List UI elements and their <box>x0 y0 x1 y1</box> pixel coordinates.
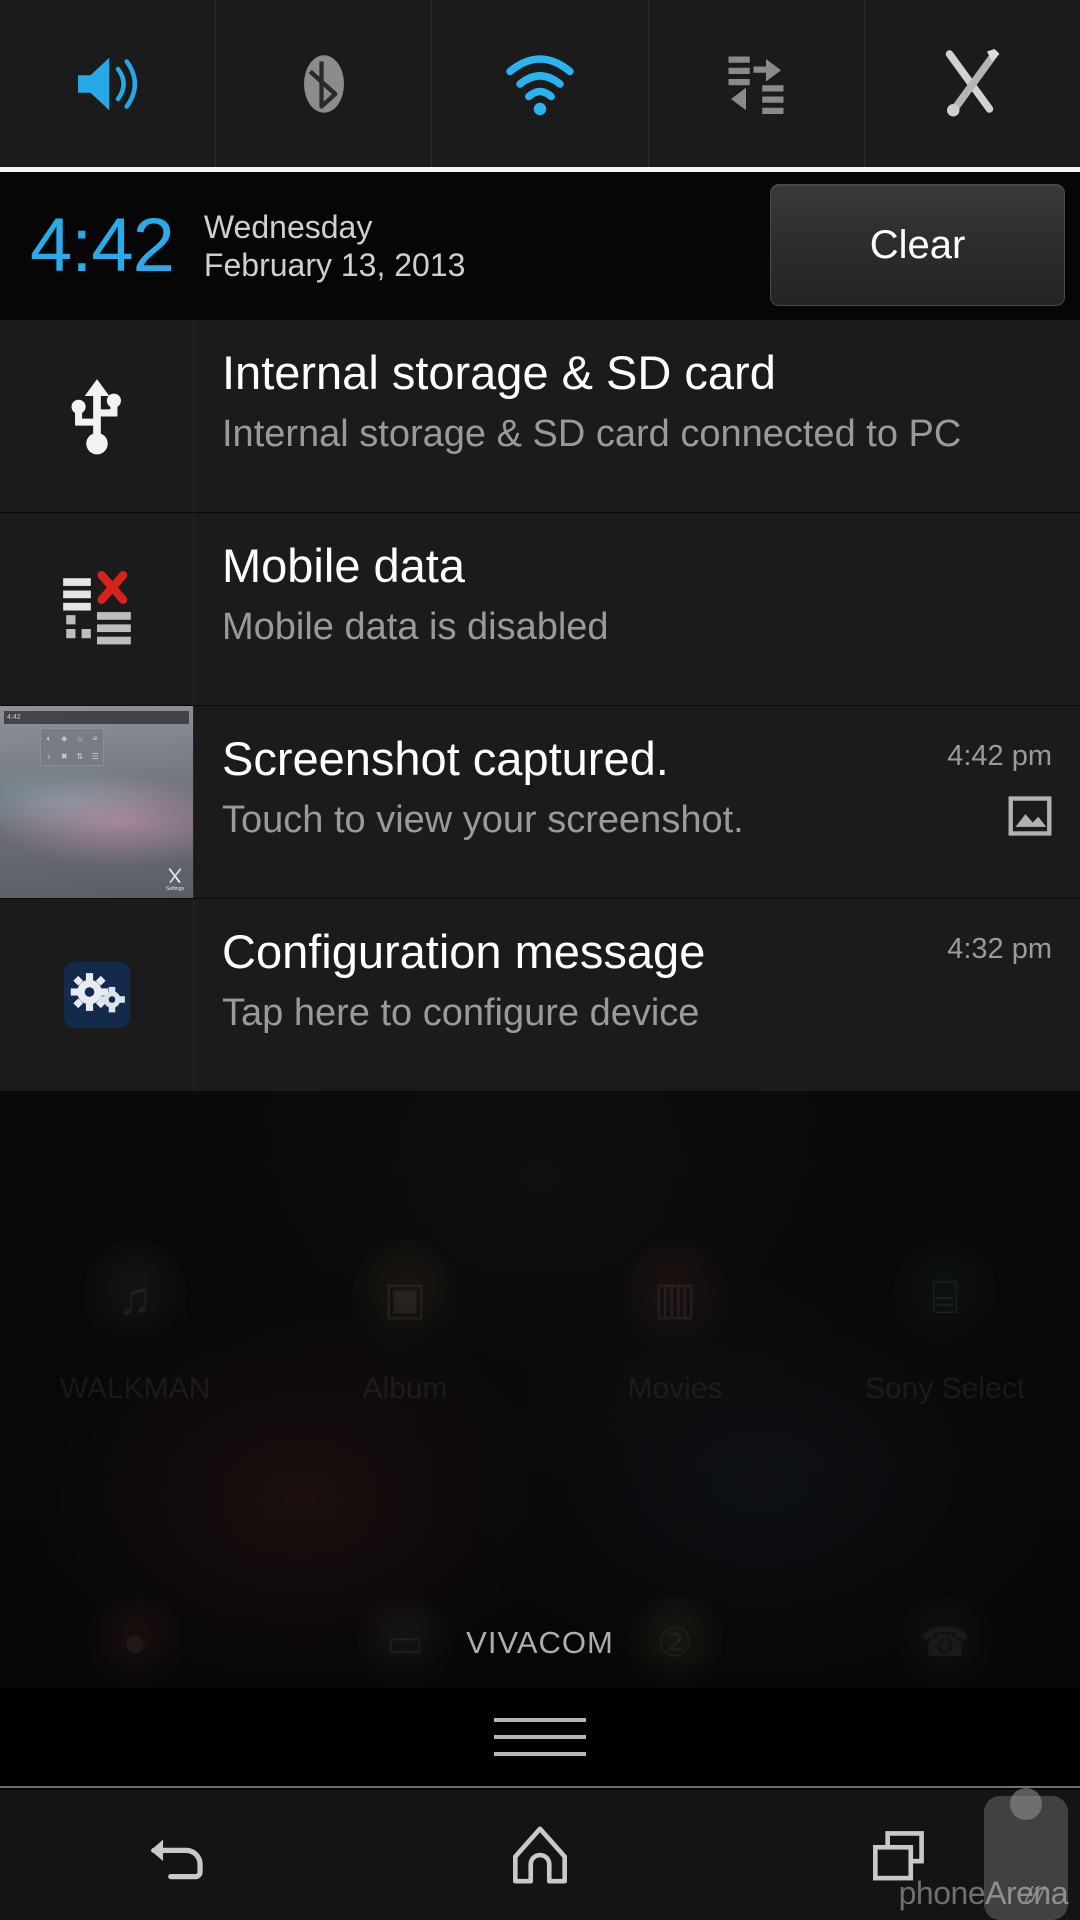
picture-icon <box>1008 796 1052 836</box>
android-notification-shade-screen: Google ♫ WALKMAN ▣ Album ▥ Movies ⌸ Sony… <box>0 0 1080 1920</box>
app-album[interactable]: ▣ Album <box>270 1240 540 1406</box>
notification-icon-cell <box>0 899 193 1091</box>
notification-subtitle: Mobile data is disabled <box>222 606 609 648</box>
notification-list: Internal storage & SD card Internal stor… <box>0 320 1080 1092</box>
watermark-text-phone: phone <box>898 1875 986 1911</box>
notification-icon-cell <box>0 513 193 705</box>
notification-title: Configuration message <box>222 925 706 978</box>
wifi-icon <box>506 54 574 115</box>
notification-icon-cell <box>0 320 193 512</box>
app-label: Movies <box>627 1372 723 1405</box>
date-block: Wednesday February 13, 2013 <box>204 208 466 284</box>
home-button[interactable] <box>360 1818 720 1892</box>
mobile-data-disabled-icon <box>62 571 131 645</box>
notification-body: Mobile data Mobile data is disabled <box>193 513 1080 705</box>
drag-handle-lines <box>494 1705 586 1769</box>
back-arrow-icon <box>150 1839 203 1880</box>
thumb-brightness-icon: ☼ <box>76 733 84 743</box>
walkman-icon: ♫ <box>83 1240 187 1356</box>
notification-timestamp: 4:42 pm <box>947 740 1052 772</box>
thumbnail-settings-label: Settings <box>165 886 184 892</box>
usb-icon <box>71 379 121 455</box>
app-sony-select[interactable]: ⌸ Sony Select <box>810 1240 1080 1406</box>
handle-line <box>494 1735 586 1739</box>
thumbnail-quick-settings-panel: ◐ ◈ ☼ ≡ ♪ ✖ ⇅ ☰ <box>40 728 104 766</box>
weekday-label: Wednesday <box>203 209 373 245</box>
back-button[interactable] <box>0 1818 360 1892</box>
quick-setting-data-transfer[interactable] <box>649 0 865 167</box>
thumb-data-icon: ≡ <box>92 733 98 743</box>
shade-header: 4:42 Wednesday February 13, 2013 Clear <box>0 172 1080 320</box>
settings-tools-icon <box>168 868 182 883</box>
notification-body: Screenshot captured. Touch to view your … <box>193 706 1080 898</box>
app-movies[interactable]: ▥ Movies <box>540 1240 810 1406</box>
movies-icon: ▥ <box>623 1240 727 1356</box>
sony-select-glyph: ⌸ <box>931 1271 959 1323</box>
clear-button[interactable]: Clear <box>770 184 1065 306</box>
notification-row[interactable]: Internal storage & SD card Internal stor… <box>0 320 1080 513</box>
notification-icon-cell: 4:42 ◐ ◈ ☼ ≡ ♪ ✖ ⇅ ☰ Settings <box>0 706 193 898</box>
notification-body: Internal storage & SD card Internal stor… <box>193 320 1080 512</box>
notification-row[interactable]: 4:42 ◐ ◈ ☼ ≡ ♪ ✖ ⇅ ☰ Settings Screenshot… <box>0 706 1080 899</box>
app-label: WALKMAN <box>59 1372 211 1405</box>
thumb-sound-icon: ♪ <box>46 751 51 761</box>
thumb-bluetooth-icon: ◈ <box>61 733 68 743</box>
sound-icon <box>77 57 137 110</box>
thumb-more-icon: ☰ <box>91 751 99 761</box>
notification-timestamp: 4:32 pm <box>947 933 1052 965</box>
sony-select-icon: ⌸ <box>893 1240 997 1356</box>
notification-row[interactable]: Configuration message Tap here to config… <box>0 899 1080 1092</box>
quick-settings-strip <box>0 0 1080 172</box>
phonearena-watermark: phone Arena <box>898 1875 1069 1912</box>
home-icon <box>513 1826 567 1884</box>
screenshot-thumbnail[interactable]: 4:42 ◐ ◈ ☼ ≡ ♪ ✖ ⇅ ☰ Settings <box>0 706 193 898</box>
shade-drag-handle[interactable] <box>0 1688 1080 1788</box>
handle-line <box>494 1718 586 1722</box>
handle-line <box>494 1752 586 1756</box>
date-label: February 13, 2013 <box>203 247 466 283</box>
notification-title: Internal storage & SD card <box>222 346 776 399</box>
notification-subtitle: Internal storage & SD card connected to … <box>222 413 962 455</box>
notification-title: Mobile data <box>222 539 465 592</box>
app-walkman[interactable]: ♫ WALKMAN <box>0 1240 270 1406</box>
homescreen-app-row: ♫ WALKMAN ▣ Album ▥ Movies ⌸ Sony Select <box>0 1240 1080 1406</box>
notification-row[interactable]: Mobile data Mobile data is disabled <box>0 513 1080 706</box>
thumbnail-status-bar: 4:42 <box>4 711 189 724</box>
watermark-dot <box>1010 1788 1042 1820</box>
quick-setting-wifi[interactable] <box>432 0 649 167</box>
thumb-sync-icon: ⇅ <box>76 751 84 761</box>
quick-setting-sound[interactable] <box>0 0 217 167</box>
configuration-gears-icon <box>63 962 130 1028</box>
notification-body: Configuration message Tap here to config… <box>193 899 1080 1091</box>
thumb-wifi-icon: ◐ <box>46 733 52 743</box>
bluetooth-icon <box>303 54 344 113</box>
movies-glyph: ▥ <box>653 1272 697 1324</box>
quick-setting-bluetooth[interactable] <box>216 0 433 167</box>
thumbnail-status-text: 4:42 <box>7 714 21 721</box>
notification-title: Screenshot captured. <box>222 732 669 785</box>
album-glyph: ▣ <box>383 1272 427 1324</box>
notification-subtitle: Tap here to configure device <box>222 992 700 1034</box>
app-label: Sony Select <box>864 1372 1026 1405</box>
app-label: Album <box>362 1372 448 1405</box>
clear-button-label: Clear <box>869 222 966 267</box>
notification-shade: 4:42 Wednesday February 13, 2013 Clear I… <box>0 0 1080 1092</box>
clock: 4:42 <box>30 203 175 288</box>
watermark-text-arena: Arena <box>985 1875 1068 1911</box>
quick-setting-settings[interactable] <box>865 0 1080 167</box>
thumbnail-settings-shortcut: Settings <box>166 867 184 892</box>
thumb-gps-icon: ✖ <box>60 751 68 761</box>
data-transfer-icon <box>728 56 784 114</box>
album-icon: ▣ <box>353 1240 457 1356</box>
settings-tools-icon <box>946 48 1000 116</box>
carrier-name: VIVACOM <box>466 1625 614 1660</box>
walkman-glyph: ♫ <box>117 1272 153 1324</box>
notification-subtitle: Touch to view your screenshot. <box>222 799 744 841</box>
